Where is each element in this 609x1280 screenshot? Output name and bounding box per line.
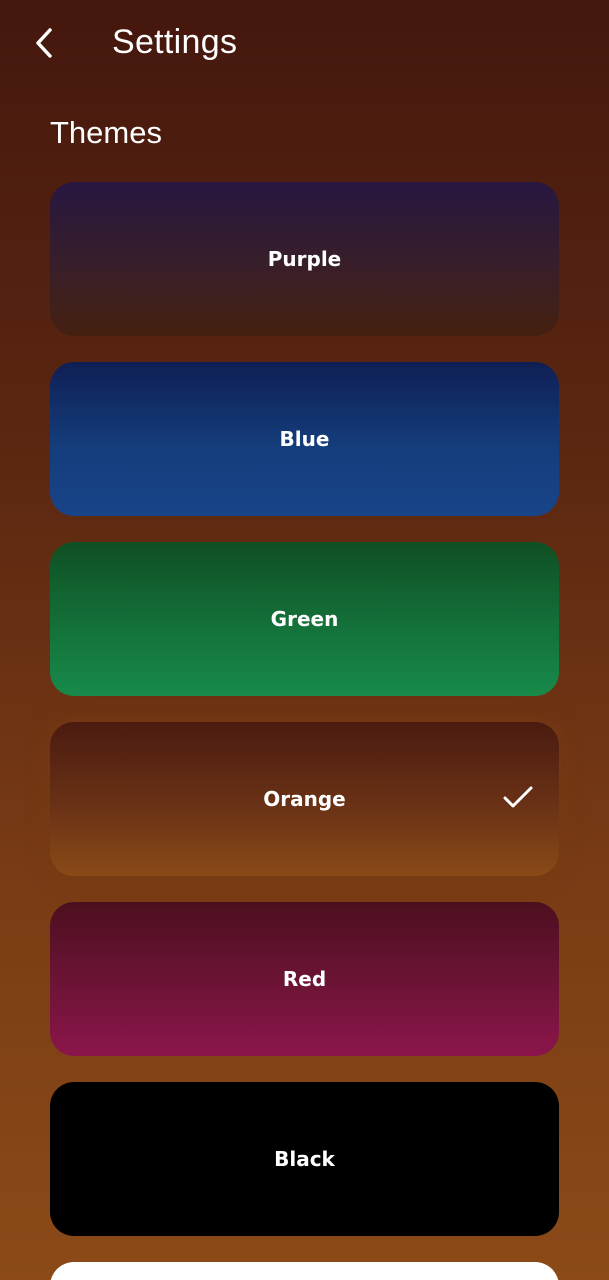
theme-option-black[interactable]: Black xyxy=(50,1082,559,1236)
theme-label: Orange xyxy=(263,787,346,811)
theme-label: Red xyxy=(282,967,327,991)
checkmark-icon xyxy=(503,786,533,808)
page-title: Settings xyxy=(112,23,238,61)
theme-label: Black xyxy=(274,1147,335,1171)
theme-label: Purple xyxy=(267,247,342,271)
theme-option-green[interactable]: Green xyxy=(50,542,559,696)
theme-option-purple[interactable]: Purple xyxy=(50,182,559,336)
theme-label: Blue xyxy=(279,427,330,451)
theme-option-red[interactable]: Red xyxy=(50,902,559,1056)
theme-option-orange[interactable]: Orange xyxy=(50,722,559,876)
themes-section-title: Themes xyxy=(50,115,162,150)
settings-screen: Settings Themes Purple Blue Green Orange… xyxy=(0,0,609,1280)
back-button[interactable] xyxy=(26,24,62,62)
theme-label: Green xyxy=(270,607,339,631)
theme-option-blue[interactable]: Blue xyxy=(50,362,559,516)
chevron-left-icon xyxy=(36,28,52,58)
theme-list: Purple Blue Green Orange Red Black xyxy=(50,182,559,1280)
app-bar: Settings xyxy=(0,0,609,86)
theme-option-white[interactable] xyxy=(50,1262,559,1280)
